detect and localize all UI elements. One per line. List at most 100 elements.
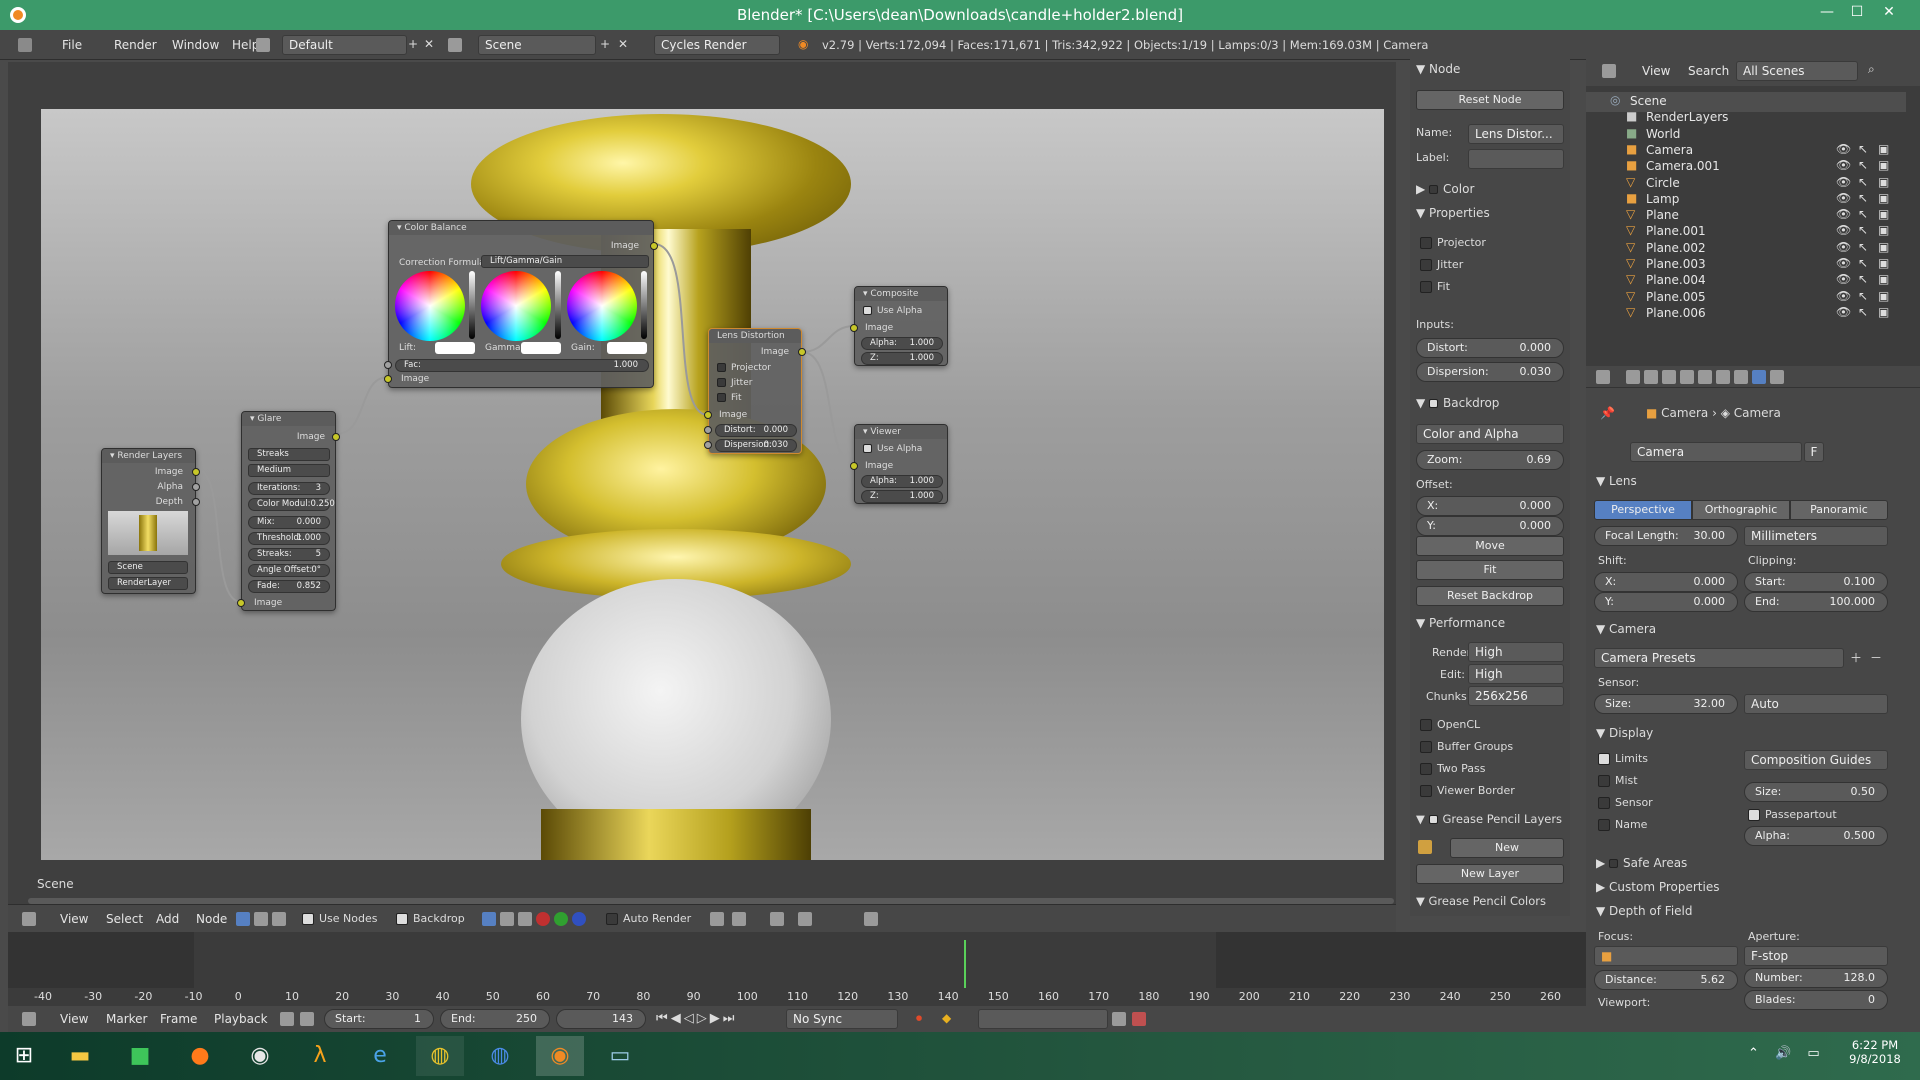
alpha-field[interactable]: Alpha: 1.000 [861,337,943,350]
viewer-border-checkbox[interactable]: Viewer Border [1420,784,1515,797]
focus-distance-field[interactable]: Distance: 5.62 [1594,970,1738,990]
chunks-select[interactable]: 256x256 [1468,686,1564,706]
panoramic-tab[interactable]: Panoramic [1790,500,1888,520]
gamma-color-wheel[interactable] [481,271,551,341]
jitter-checkbox[interactable]: Jitter [1420,258,1463,271]
node-composite[interactable]: ▾ Composite Use Alpha Image Alpha: 1.000 … [850,286,948,366]
editor-type-icon[interactable] [22,912,36,926]
render-camera-icon[interactable]: ▣ [1878,240,1889,254]
jitter-checkbox[interactable]: Jitter [717,378,752,388]
breadcrumb-object[interactable]: Camera [1661,406,1708,420]
grease-pencil-colors-header[interactable]: ▼ Grease Pencil Colors [1416,894,1546,908]
screen-layout-icon[interactable] [256,38,270,52]
name-checkbox[interactable]: Name [1598,818,1647,831]
clip-start-field[interactable]: Start: 0.100 [1744,572,1888,592]
fit-checkbox[interactable]: Fit [717,393,742,403]
render-camera-icon[interactable]: ▣ [1878,256,1889,270]
blender-taskbar-icon[interactable]: ◉ [536,1036,584,1076]
sensor-checkbox[interactable]: Sensor [1598,796,1653,809]
iterations-field[interactable]: Iterations: 3 [248,482,330,495]
selectable-arrow-icon[interactable]: ↖ [1858,289,1868,303]
editor-type-icon[interactable] [22,1012,36,1026]
menu-search[interactable]: Search [1688,64,1729,78]
grease-pencil-layers-header[interactable]: ▼ Grease Pencil Layers [1416,812,1562,826]
two-pass-checkbox[interactable]: Two Pass [1420,762,1485,775]
shift-y-field[interactable]: Y: 0.000 [1594,592,1738,612]
glare-quality-select[interactable]: Medium [248,464,330,477]
menu-view[interactable]: View [60,912,88,926]
render-camera-icon[interactable]: ▣ [1878,175,1889,189]
dispersion-socket[interactable] [704,441,712,449]
input-socket[interactable] [237,599,245,607]
limits-checkbox[interactable]: Limits [1598,752,1648,765]
new-grease-pencil-button[interactable]: New [1450,838,1564,858]
remove-preset-icon[interactable]: － [1870,649,1882,666]
remove-screen-icon[interactable]: ✕ [424,37,434,51]
close-window-button[interactable]: ✕ [1874,0,1904,26]
minimize-button[interactable]: — [1812,0,1842,26]
node-header[interactable]: Lens Distortion [709,329,801,343]
edit-quality-select[interactable]: High [1468,664,1564,684]
node-glare[interactable]: ▾ Glare Image Streaks Medium Iterations:… [237,411,340,611]
distort-field[interactable]: Distort: 0.000 [715,424,797,437]
node-editor[interactable]: ▾ Color Balance Image Correction Formula… [8,62,1396,904]
gamma-value-slider[interactable] [555,271,561,339]
fake-user-button[interactable]: F [1804,442,1824,462]
app-window-icon[interactable]: ▭ [596,1036,644,1076]
glare-type-select[interactable]: Streaks [248,448,330,461]
layers-tab-icon[interactable] [1644,370,1658,384]
selectable-arrow-icon[interactable]: ↖ [1858,158,1868,172]
lift-value-slider[interactable] [469,271,475,339]
search-icon[interactable]: ⌕ [1868,62,1875,77]
visibility-eye-icon[interactable]: 👁 [1836,289,1851,303]
scene-field[interactable]: Scene [478,35,596,55]
display-mode-select[interactable]: All Scenes [1736,61,1858,81]
visibility-eye-icon[interactable]: 👁 [1836,240,1851,254]
shader-nodes-icon[interactable] [236,912,250,926]
visibility-eye-icon[interactable]: 👁 [1836,142,1851,156]
compositing-nodes-icon[interactable] [254,912,268,926]
menu-render[interactable]: Render [114,38,157,52]
opencl-checkbox[interactable]: OpenCL [1420,718,1480,731]
keying-set-icon[interactable]: ◆ [942,1011,951,1025]
pencil-icon[interactable] [1418,840,1432,854]
menu-select[interactable]: Select [106,912,143,926]
visibility-eye-icon[interactable]: 👁 [1836,175,1851,189]
object-tab-icon[interactable] [1698,370,1712,384]
perspective-tab[interactable]: Perspective [1594,500,1692,520]
scene-select[interactable]: Scene [108,561,188,574]
output-socket[interactable] [332,433,340,441]
add-scene-icon[interactable]: + [600,37,610,51]
input-socket[interactable] [384,375,392,383]
start-frame-field[interactable]: Start: 1 [324,1009,434,1029]
selectable-arrow-icon[interactable]: ↖ [1858,223,1868,237]
timeline-editor[interactable]: -40 -30 -20 -10 0 10 20 30 40 50 60 70 80 90 100 110 120… [8,932,1588,1006]
menu-marker[interactable]: Marker [106,1012,147,1026]
lens-panel-header[interactable]: ▼ Lens [1596,474,1637,488]
node-header[interactable]: ▾ Viewer [855,425,947,439]
alpha-output-socket[interactable] [192,483,200,491]
orthographic-tab[interactable]: Orthographic [1692,500,1790,520]
image-output-socket[interactable] [192,468,200,476]
move-backdrop-button[interactable]: Move [1416,536,1564,556]
node-header[interactable]: ▾ Glare [242,412,335,426]
output-socket[interactable] [650,242,658,250]
firefox-icon[interactable]: ● [176,1036,224,1076]
use-alpha-checkbox[interactable]: Use Alpha [863,444,922,454]
node-panel-header[interactable]: ▼ Node [1416,62,1460,76]
selectable-arrow-icon[interactable]: ↖ [1858,272,1868,286]
node-lens-distortion[interactable]: Lens Distortion Image Projector Jitter F… [704,328,806,454]
formula-select[interactable]: Lift/Gamma/Gain [481,255,649,268]
properties-panel-header[interactable]: ▼ Properties [1416,206,1490,220]
safe-areas-header[interactable]: ▶ Safe Areas [1596,856,1687,870]
streaks-field[interactable]: Streaks: 5 [248,548,330,561]
depth-of-field-header[interactable]: ▼ Depth of Field [1596,904,1693,918]
render-camera-icon[interactable]: ▣ [1878,223,1889,237]
paste-nodes-icon[interactable] [798,912,812,926]
lift-color-wheel[interactable] [395,271,465,341]
edge-icon[interactable]: e [356,1036,404,1076]
texture-tab-icon[interactable] [1770,370,1784,384]
focus-object-field[interactable]: ■ [1594,946,1738,966]
visibility-eye-icon[interactable]: 👁 [1836,272,1851,286]
current-frame-indicator[interactable] [964,940,966,988]
